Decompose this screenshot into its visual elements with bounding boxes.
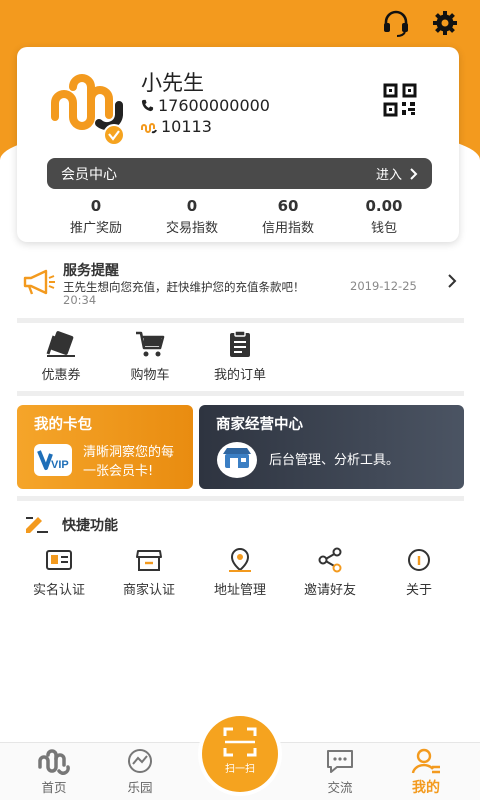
order-icon xyxy=(230,330,250,357)
member-center-title: 会员中心 xyxy=(61,166,117,183)
member-enter-label: 进入 xyxy=(375,168,402,183)
headset-icon[interactable] xyxy=(381,8,411,38)
notice-time: 20:34 xyxy=(63,293,97,307)
tab-label: 首页 xyxy=(41,780,67,795)
stat-value: 0.00 xyxy=(365,197,403,215)
avatar[interactable] xyxy=(47,65,129,147)
qr-code-icon[interactable] xyxy=(383,83,417,117)
quick-link-cart[interactable]: 购物车 xyxy=(115,328,185,383)
shortcut-real-name[interactable]: 实名认证 xyxy=(17,545,101,598)
merchant-desc: 后台管理、分析工具。 xyxy=(269,453,400,468)
scan-button[interactable]: 扫一扫 xyxy=(202,716,278,792)
stats-row: 0 推广奖励 0 交易指数 60 信用指数 0.00 钱包 xyxy=(17,197,459,236)
vip-badge-text: VIP xyxy=(51,459,69,471)
megaphone-icon xyxy=(23,269,55,295)
divider xyxy=(17,318,464,323)
shortcuts-grid: 实名认证 商家认证 地址管理 邀请好友 关于 xyxy=(17,545,464,605)
merchant-center-panel[interactable]: 商家经营中心 后台管理、分析工具。 xyxy=(199,405,464,489)
scan-icon xyxy=(223,727,257,757)
stat-label: 信用指数 xyxy=(261,221,314,236)
stat-label: 推广奖励 xyxy=(69,221,122,236)
stat-value: 0 xyxy=(90,197,102,215)
card-wallet-panel[interactable]: 我的卡包 VIP 清晰洞察您的每 一张会员卡! xyxy=(17,405,193,489)
stat-credit-index[interactable]: 60 信用指数 xyxy=(240,197,336,236)
quick-link-coupon[interactable]: 优惠券 xyxy=(26,328,96,383)
tab-mine[interactable]: 我的 xyxy=(396,747,456,797)
member-center-enter[interactable]: 进入 xyxy=(376,164,418,183)
shortcut-label: 邀请好友 xyxy=(303,583,356,598)
quick-link-label: 优惠券 xyxy=(41,368,81,383)
info-icon xyxy=(408,549,430,571)
share-icon xyxy=(318,547,342,573)
profile-phone: 17600000000 xyxy=(141,96,270,115)
tab-chat[interactable]: 交流 xyxy=(310,747,370,796)
store-icon xyxy=(136,550,162,571)
shortcut-address[interactable]: 地址管理 xyxy=(198,545,282,598)
chevron-right-icon xyxy=(410,167,418,180)
tab-paradise[interactable]: 乐园 xyxy=(110,747,170,796)
points-logo-icon xyxy=(141,122,157,133)
shortcut-invite[interactable]: 邀请好友 xyxy=(288,545,372,598)
shortcut-merchant-auth[interactable]: 商家认证 xyxy=(107,545,191,598)
shortcut-label: 关于 xyxy=(405,583,432,598)
quick-link-label: 购物车 xyxy=(130,368,170,383)
quick-link-orders[interactable]: 我的订单 xyxy=(205,328,275,383)
coupon-icon xyxy=(46,331,75,357)
gear-icon[interactable] xyxy=(430,8,460,38)
quick-links: 优惠券 购物车 我的订单 xyxy=(17,328,317,388)
stat-value: 0 xyxy=(186,197,198,215)
merchant-title: 商家经营中心 xyxy=(216,417,303,433)
wallet-desc-2: 一张会员卡! xyxy=(83,464,154,479)
profile-card: 小先生 17600000000 10113 会员中心 进入 0 推广奖励 0 交… xyxy=(17,47,459,242)
shortcut-about[interactable]: 关于 xyxy=(377,545,461,598)
stat-label: 钱包 xyxy=(370,221,397,236)
stat-label: 交易指数 xyxy=(165,221,218,236)
service-notice[interactable]: 服务提醒 王先生想向您充值，赶快维护您的充值条款吧！ 2019-12-25 20… xyxy=(17,255,464,317)
tab-label: 交流 xyxy=(327,780,353,795)
home-logo-icon xyxy=(38,749,70,775)
tab-home[interactable]: 首页 xyxy=(24,747,84,796)
shortcut-label: 商家认证 xyxy=(122,583,175,598)
member-center-bar[interactable]: 会员中心 进入 xyxy=(47,158,432,189)
location-icon xyxy=(229,547,251,572)
tab-label: 我的 xyxy=(412,780,440,796)
stat-promotion-reward[interactable]: 0 推广奖励 xyxy=(48,197,144,236)
pencil-icon xyxy=(26,517,48,533)
id-card-icon xyxy=(46,550,72,570)
paradise-icon xyxy=(128,749,152,773)
divider xyxy=(17,496,464,501)
notice-title: 服务提醒 xyxy=(63,263,119,279)
stat-trade-index[interactable]: 0 交易指数 xyxy=(144,197,240,236)
profile-points: 10113 xyxy=(141,117,212,136)
chat-icon xyxy=(327,750,353,773)
wallet-title: 我的卡包 xyxy=(34,417,92,433)
stat-wallet[interactable]: 0.00 钱包 xyxy=(336,197,432,236)
shortcut-label: 实名认证 xyxy=(32,583,85,598)
shortcut-label: 地址管理 xyxy=(213,583,266,598)
profile-name: 小先生 xyxy=(141,71,204,95)
profile-icon xyxy=(411,748,440,774)
tab-label: 乐园 xyxy=(127,780,153,795)
chevron-right-icon xyxy=(448,274,457,288)
notice-date: 2019-12-25 xyxy=(350,279,417,293)
shortcuts-title: 快捷功能 xyxy=(62,518,118,534)
points-value: 10113 xyxy=(161,117,212,136)
quick-link-label: 我的订单 xyxy=(213,368,266,383)
store-front-icon xyxy=(217,442,257,478)
vip-badge-icon: VIP xyxy=(34,444,72,476)
wallet-desc-1: 清晰洞察您的每 xyxy=(83,445,175,460)
scan-label: 扫一扫 xyxy=(225,764,255,775)
phone-icon xyxy=(141,99,154,112)
divider xyxy=(17,391,464,396)
notice-message: 王先生想向您充值，赶快维护您的充值条款吧！ xyxy=(63,280,305,294)
stat-value: 60 xyxy=(277,197,299,215)
cart-icon xyxy=(136,331,165,357)
phone-number: 17600000000 xyxy=(158,96,270,115)
